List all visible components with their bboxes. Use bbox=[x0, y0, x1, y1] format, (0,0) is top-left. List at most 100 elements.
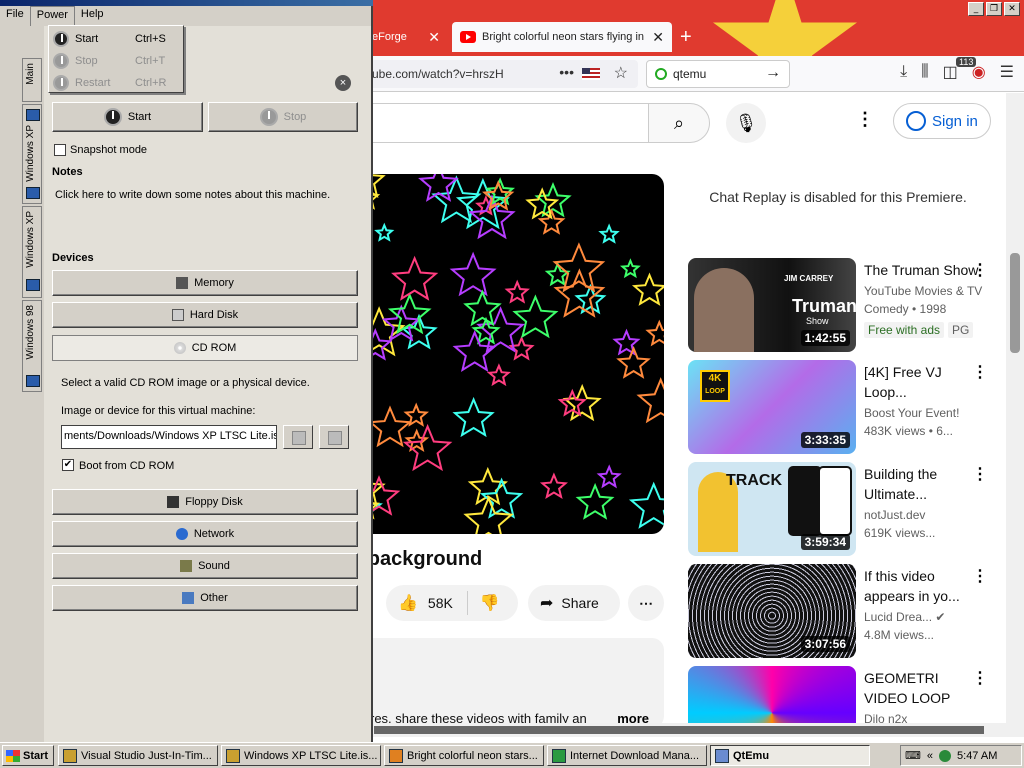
power-icon bbox=[53, 53, 69, 69]
menu-power[interactable]: Power bbox=[29, 6, 75, 26]
power-menu-stop[interactable]: Stop Ctrl+T bbox=[49, 50, 183, 72]
left-gutter bbox=[0, 26, 22, 742]
tab-eforge[interactable]: eForge ✕ bbox=[364, 22, 448, 52]
neon-star-shape bbox=[449, 251, 497, 297]
neon-star-shape bbox=[557, 388, 587, 417]
power-menu-start[interactable]: Start Ctrl+S bbox=[49, 28, 183, 50]
eject-button[interactable] bbox=[283, 425, 313, 449]
clock[interactable]: 5:47 AM bbox=[957, 750, 997, 762]
search-icon: ⌕ bbox=[673, 112, 685, 133]
thumb-text: TRACK bbox=[726, 472, 782, 489]
image-label: Image or device for this virtual machine… bbox=[61, 405, 256, 417]
more-actions-button[interactable]: ⋯ bbox=[628, 585, 664, 621]
youtube-search-input[interactable] bbox=[340, 103, 648, 143]
taskbar-item[interactable]: Windows XP LTSC Lite.is... bbox=[221, 745, 381, 766]
chips: Free with ads PG bbox=[864, 322, 977, 338]
youtube-search-button[interactable]: ⌕ bbox=[648, 103, 710, 143]
close-icon[interactable]: ✕ bbox=[1004, 2, 1020, 16]
taskbar-item[interactable]: Internet Download Mana... bbox=[547, 745, 707, 766]
taskbar-item-active[interactable]: QtEmu bbox=[710, 745, 870, 766]
thumb-text: LOOP bbox=[705, 388, 725, 395]
new-tab-button[interactable]: + bbox=[680, 26, 692, 49]
snapshot-checkbox[interactable] bbox=[54, 144, 66, 156]
recommendation-item[interactable]: 4K LOOP 3:33:35 [4K] Free VJ Loop... Boo… bbox=[688, 360, 1008, 454]
tab-label: Windows XP bbox=[25, 211, 36, 268]
sign-in-button[interactable]: Sign in bbox=[893, 103, 991, 139]
device-cd-rom-button[interactable]: CD ROM bbox=[52, 335, 358, 361]
device-sound-button[interactable]: Sound bbox=[52, 553, 358, 579]
recommendation-item[interactable]: GEOMETRI VIDEO LOOP Dilo n2x ⋮ bbox=[688, 666, 1008, 723]
page-actions-icon[interactable]: ••• bbox=[559, 64, 574, 80]
more-options-icon[interactable]: ⋮ bbox=[972, 260, 988, 280]
task-label: Visual Studio Just-In-Tim... bbox=[81, 749, 212, 762]
tray-expand-icon[interactable]: « bbox=[927, 750, 933, 762]
more-options-icon[interactable]: ⋮ bbox=[972, 362, 988, 382]
close-tab-icon[interactable]: × bbox=[335, 75, 351, 91]
vertical-scrollbar[interactable] bbox=[1006, 93, 1024, 723]
search-input[interactable]: qtemu → bbox=[646, 60, 790, 88]
recommendation-item[interactable]: 3:07:56 If this video appears in yo... L… bbox=[688, 564, 1008, 658]
library-icon[interactable]: ⫼ bbox=[921, 63, 928, 81]
notes-text[interactable]: Click here to write down some notes abou… bbox=[55, 189, 330, 201]
start-button[interactable]: Start bbox=[52, 102, 203, 132]
scrollbar-thumb[interactable] bbox=[1010, 253, 1020, 353]
stop-button[interactable]: Stop bbox=[208, 102, 358, 132]
tab-windows-xp-2[interactable]: Windows XP bbox=[22, 206, 42, 298]
close-icon[interactable]: ✕ bbox=[652, 29, 664, 46]
start-menu-button[interactable]: Start bbox=[2, 745, 54, 766]
video-thumbnail: JIM CARREY Truman Show 1:42:55 bbox=[688, 258, 856, 352]
taskbar-item[interactable]: Visual Studio Just-In-Tim... bbox=[58, 745, 218, 766]
more-link[interactable]: more bbox=[617, 711, 649, 723]
thumb-text: Truman bbox=[792, 296, 856, 316]
power-menu-restart[interactable]: Restart Ctrl+R bbox=[49, 72, 183, 94]
restore-icon[interactable]: ❐ bbox=[986, 2, 1002, 16]
share-button[interactable]: ➦ Share bbox=[528, 585, 620, 621]
neon-star-shape bbox=[463, 289, 502, 327]
scrollbar-thumb[interactable] bbox=[374, 726, 984, 734]
more-options-icon[interactable]: ⋮ bbox=[856, 109, 874, 130]
microphone-icon[interactable]: 🎙 bbox=[726, 103, 766, 143]
recommendation-item[interactable]: TRACK 3:59:34 Building the Ultimate... n… bbox=[688, 462, 1008, 556]
url-bar[interactable]: ube.com/watch?v=hrszH ••• ☆ bbox=[370, 60, 638, 88]
device-hard-disk-button[interactable]: Hard Disk bbox=[52, 302, 358, 328]
thumb-text: Show bbox=[806, 316, 829, 326]
menu-file[interactable]: File bbox=[0, 6, 30, 26]
thumbs-down-icon[interactable]: 👎 bbox=[480, 593, 500, 613]
device-floppy-button[interactable]: Floppy Disk bbox=[52, 489, 358, 515]
menu-icon[interactable]: ☰ bbox=[1000, 62, 1014, 82]
neon-star-shape bbox=[575, 482, 615, 520]
tab-neon-stars[interactable]: Bright colorful neon stars flying in ✕ bbox=[452, 22, 672, 52]
boot-cdrom-checkbox[interactable]: ✔ bbox=[62, 459, 74, 471]
go-arrow-icon[interactable]: → bbox=[765, 64, 781, 82]
close-icon[interactable]: ✕ bbox=[428, 29, 440, 46]
video-player[interactable] bbox=[340, 174, 664, 534]
more-options-icon[interactable]: ⋮ bbox=[972, 566, 988, 586]
cdrom-help-text: Select a valid CD ROM image or a physica… bbox=[61, 377, 310, 389]
task-label: Bright colorful neon stars... bbox=[407, 749, 538, 762]
recommendation-item[interactable]: JIM CARREY Truman Show 1:42:55 The Truma… bbox=[688, 258, 1008, 352]
thumbs-up-icon[interactable]: 👍 bbox=[398, 593, 418, 613]
bookmark-star-icon[interactable]: ☆ bbox=[614, 63, 628, 83]
like-count[interactable]: 58K bbox=[428, 595, 453, 611]
device-memory-button[interactable]: Memory bbox=[52, 270, 358, 296]
minimize-icon[interactable]: _ bbox=[968, 2, 984, 16]
tab-windows-98[interactable]: Windows 98 bbox=[22, 300, 42, 392]
device-network-button[interactable]: Network bbox=[52, 521, 358, 547]
cdrom-image-input[interactable]: ments/Downloads/Windows XP LTSC Lite.iso bbox=[61, 425, 277, 449]
video-title: Building the Ultimate... bbox=[864, 466, 938, 502]
browse-button[interactable] bbox=[319, 425, 349, 449]
device-other-button[interactable]: Other bbox=[52, 585, 358, 611]
description-box[interactable]: res, share these videos with family an m… bbox=[340, 638, 664, 723]
keyboard-icon[interactable]: ⌨ bbox=[905, 749, 921, 762]
neon-star-shape bbox=[596, 464, 622, 489]
flag-icon[interactable] bbox=[582, 68, 600, 80]
download-icon[interactable]: ⤓ bbox=[900, 63, 907, 81]
taskbar-item[interactable]: Bright colorful neon stars... bbox=[384, 745, 544, 766]
network-tray-icon[interactable] bbox=[939, 749, 952, 762]
tab-main[interactable]: Main bbox=[22, 58, 42, 102]
more-options-icon[interactable]: ⋮ bbox=[972, 464, 988, 484]
more-options-icon[interactable]: ⋮ bbox=[972, 668, 988, 688]
menu-help[interactable]: Help bbox=[75, 6, 110, 26]
channel-name: notJust.dev bbox=[864, 508, 926, 522]
tab-windows-xp[interactable]: Windows XP bbox=[22, 104, 42, 204]
